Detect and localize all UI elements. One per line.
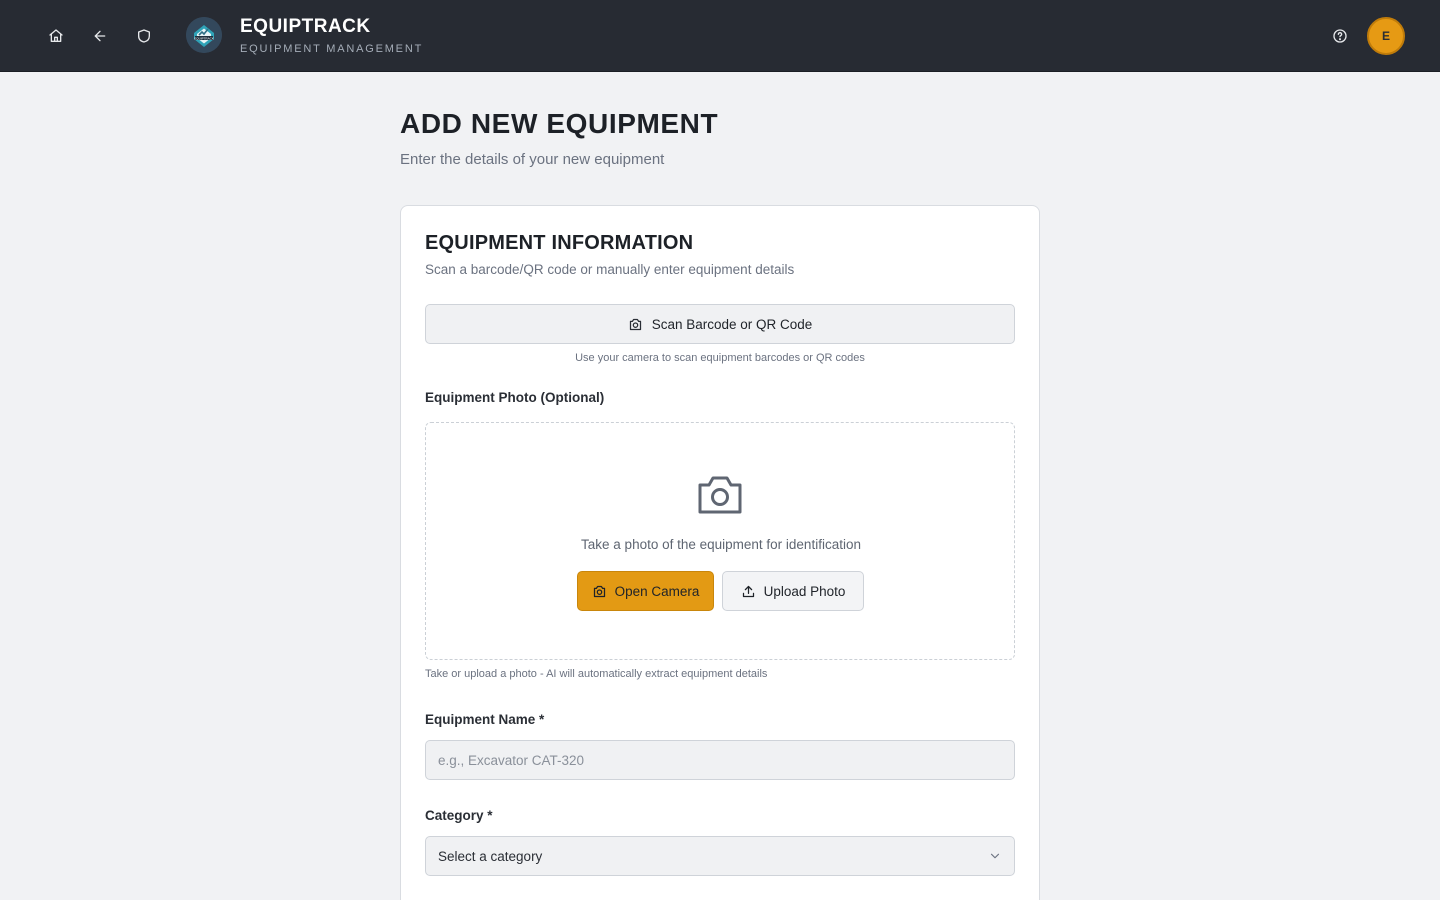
category-label: Category * — [425, 808, 493, 823]
camera-icon — [698, 476, 742, 514]
chevron-down-icon — [990, 853, 1000, 859]
upload-photo-label: Upload Photo — [763, 583, 846, 599]
brand-title: EQUIPTRACK — [240, 16, 371, 37]
photo-label: Equipment Photo (Optional) — [425, 390, 605, 405]
upload-icon — [742, 585, 754, 597]
logo-text: EQUIPTRACK — [194, 36, 214, 40]
help-icon[interactable] — [1328, 24, 1352, 48]
scan-button-label: Scan Barcode or QR Code — [651, 316, 813, 332]
shield-icon[interactable] — [132, 24, 156, 48]
card-subtitle: Scan a barcode/QR code or manually enter… — [425, 262, 795, 277]
scan-barcode-button[interactable]: Scan Barcode or QR Code — [425, 304, 1015, 344]
photo-prompt: Take a photo of the equipment for identi… — [581, 537, 861, 552]
back-arrow-icon[interactable] — [88, 24, 112, 48]
home-icon[interactable] — [44, 24, 68, 48]
card-title: EQUIPMENT INFORMATION — [425, 232, 694, 254]
photo-dropzone[interactable]: Take a photo of the equipment for identi… — [425, 422, 1015, 660]
upload-photo-button[interactable]: Upload Photo — [722, 571, 864, 611]
top-bar: EQUIPTRACK EQUIPTRACK EQUIPMENT MANAGEME… — [0, 0, 1440, 72]
category-select[interactable]: Select a category — [425, 836, 1015, 876]
camera-icon — [629, 318, 641, 330]
photo-hint: Take or upload a photo - AI will automat… — [425, 668, 768, 680]
open-camera-label: Open Camera — [614, 583, 700, 599]
equipment-info-card: EQUIPMENT INFORMATION Scan a barcode/QR … — [400, 205, 1040, 900]
page-subtitle: Enter the details of your new equipment — [400, 151, 665, 168]
user-avatar[interactable]: E — [1367, 17, 1405, 55]
equipment-name-input[interactable] — [425, 740, 1015, 780]
page-title: ADD NEW EQUIPMENT — [400, 108, 719, 139]
brand-subtitle: EQUIPMENT MANAGEMENT — [240, 43, 424, 55]
camera-icon — [593, 585, 605, 597]
equipment-name-label: Equipment Name * — [425, 712, 545, 727]
open-camera-button[interactable]: Open Camera — [577, 571, 714, 611]
category-select-value: Select a category — [438, 848, 543, 864]
scan-hint: Use your camera to scan equipment barcod… — [575, 352, 865, 364]
equiptrack-logo[interactable]: EQUIPTRACK — [186, 17, 222, 53]
